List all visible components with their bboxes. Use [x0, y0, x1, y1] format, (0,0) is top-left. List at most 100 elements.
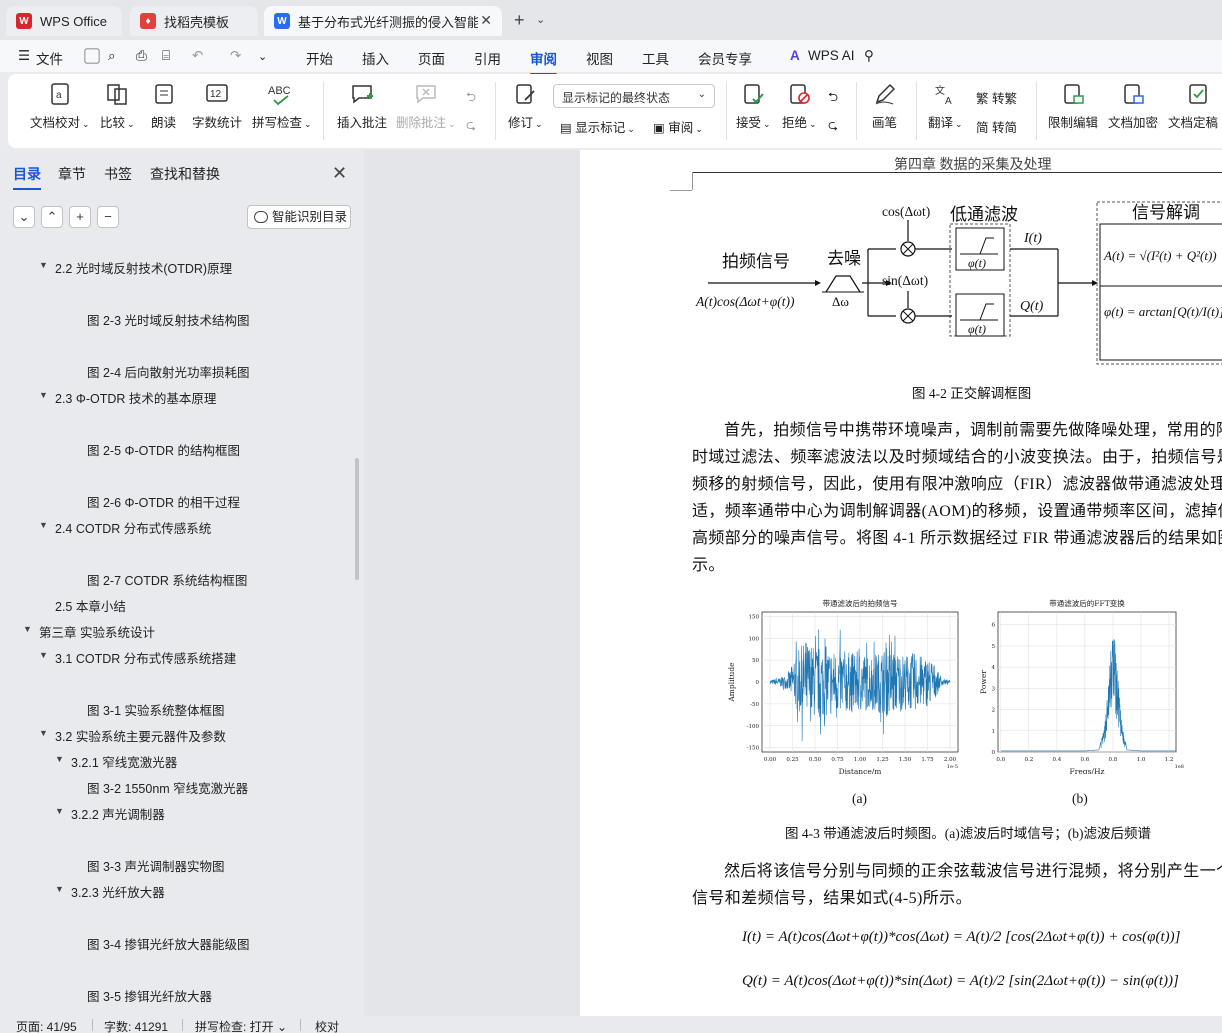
finalize-button[interactable]: 文档定稿⌄ — [1168, 82, 1222, 131]
menu-tools[interactable]: 工具 — [642, 48, 669, 68]
print-icon[interactable]: ⎙ — [136, 48, 147, 64]
spell-check-button[interactable]: ABC 拼写检查 ⌄ — [252, 82, 312, 131]
word-count-indicator[interactable]: 字数: 41291 — [104, 1018, 168, 1033]
insert-comment-button[interactable]: 插入批注 — [337, 82, 387, 131]
expand-down-button[interactable]: ⌄ — [13, 206, 35, 228]
accept-icon — [744, 84, 765, 104]
toc-item[interactable]: ▼ 2.2 光时域反射技术(OTDR)原理 — [39, 258, 232, 277]
doc-check-button[interactable]: a 文档校对 ⌄ — [30, 82, 90, 131]
tab-document[interactable]: W 基于分布式光纤测振的侵入智能 ✕ — [264, 6, 502, 36]
toc-item[interactable]: ▼ 3.2 实验系统主要元器件及参数 — [39, 726, 226, 745]
menu-file[interactable]: 文件 — [36, 48, 63, 68]
export-icon[interactable]: ⌕ — [108, 48, 116, 64]
to-traditional-button[interactable]: 繁 转繁 — [976, 88, 1017, 107]
compare-button[interactable]: 比较 ⌄ — [100, 82, 135, 131]
next-change-icon[interactable]: ⮎ — [828, 116, 838, 137]
demod-block — [1099, 223, 1222, 361]
toc-item[interactable]: 图 2-5 Φ-OTDR 的结构框图 — [87, 440, 240, 459]
tab-chapters[interactable]: 章节 — [58, 164, 86, 184]
toc-item[interactable]: 图 2-7 COTDR 系统结构框图 — [87, 570, 247, 589]
toc-label: 图 3-1 实验系统整体框图 — [87, 704, 225, 718]
tab-toc[interactable]: 目录 — [13, 164, 41, 190]
collapse-up-button[interactable]: ⌃ — [41, 206, 63, 228]
x-tick-label: 0.4 — [1052, 757, 1061, 763]
menu-review[interactable]: 审阅 — [530, 48, 557, 75]
previous-change-icon[interactable]: ⮌ — [828, 88, 838, 109]
menu-start[interactable]: 开始 — [306, 48, 333, 68]
smart-toc-button[interactable]: 智能识别目录 — [247, 205, 351, 229]
translate-button[interactable]: 文A 翻译 ⌄ — [928, 82, 963, 131]
close-icon[interactable]: ✕ — [480, 12, 492, 29]
document-page[interactable]: 第四章 数据的采集及处理 拍频信号 A(t)cos(Δωt+φ(t)) 去噪 Δ… — [580, 150, 1222, 1016]
tab-bookmarks[interactable]: 书签 — [104, 164, 132, 184]
menu-reference[interactable]: 引用 — [474, 48, 501, 68]
page-indicator[interactable]: 页面: 41/95 — [16, 1018, 77, 1033]
review-pane-button[interactable]: ▣ 审阅 ⌄ — [653, 117, 703, 136]
toc-item[interactable]: ▼ 3.2.2 声光调制器 — [55, 804, 165, 823]
accept-button[interactable]: 接受 ⌄ — [736, 82, 771, 131]
toc-item[interactable]: ▼ 3.2.3 光纤放大器 — [55, 882, 165, 901]
wps-ai-icon[interactable]: A — [790, 48, 800, 63]
toc-item[interactable]: ▼ 3.2.1 窄线宽激光器 — [55, 752, 177, 771]
y-tick-label: 0 — [992, 750, 996, 756]
redo-icon[interactable]: ↷ — [230, 48, 241, 64]
chart-frequency-domain: 带通滤波后的FFT变换 Freqs/Hz Power 0.0 0.2 0.4 0.6 0.8 1… — [979, 598, 1184, 774]
save-icon[interactable] — [84, 48, 100, 64]
remove-heading-button[interactable]: − — [97, 206, 119, 228]
print-preview-icon[interactable]: ⌸ — [162, 48, 170, 64]
next-comment-icon[interactable]: ⮎ — [466, 116, 476, 137]
add-heading-button[interactable]: + — [69, 206, 91, 228]
toc-item[interactable]: 图 3-4 掺铒光纤放大器能级图 — [87, 934, 250, 953]
equation-Q: Q(t) = A(t)cos(Δωt+φ(t))*sin(Δωt) = A(t)… — [742, 973, 1179, 989]
restrict-edit-button[interactable]: 限制编辑 — [1048, 82, 1098, 131]
y-tick-label: -100 — [747, 724, 760, 730]
word-count-button[interactable]: 12 字数统计 — [192, 82, 242, 131]
delete-comment-button[interactable]: 删除批注 ⌄ — [396, 82, 456, 131]
menu-page[interactable]: 页面 — [418, 48, 445, 68]
search-icon[interactable]: ⚲ — [864, 48, 874, 64]
reject-button[interactable]: 拒绝 ⌄ — [782, 82, 817, 131]
tab-find-replace[interactable]: 查找和替换 — [150, 164, 220, 184]
pen-button[interactable]: 画笔 — [872, 82, 897, 131]
menu-insert[interactable]: 插入 — [362, 48, 389, 68]
encrypt-button[interactable]: 文档加密 — [1108, 82, 1158, 131]
toc-label: 图 2-3 光时域反射技术结构图 — [87, 314, 250, 328]
paragraph-line: 频移的射频信号，因此，使用有限冲激响应（FIR）滤波器做带通滤波处理比较合 — [692, 476, 1222, 493]
revise-button[interactable]: 修订 ⌄ — [508, 82, 543, 131]
close-icon[interactable]: ✕ — [332, 163, 347, 184]
undo-icon[interactable]: ↶ — [192, 48, 203, 64]
to-simplified-button[interactable]: 简 转简 — [976, 117, 1017, 136]
toc-item[interactable]: ▼ 2.4 COTDR 分布式传感系统 — [39, 518, 211, 537]
proofread-indicator[interactable]: 校对 — [315, 1018, 339, 1033]
toc-item[interactable]: 图 3-2 1550nm 窄线宽激光器 — [87, 778, 248, 797]
panel-scrollbar[interactable] — [355, 458, 359, 580]
toc-item[interactable]: 图 2-4 后向散射光功率损耗图 — [87, 362, 250, 381]
read-aloud-button[interactable]: 朗读 — [151, 82, 176, 131]
tab-wps-office[interactable]: W WPS Office — [6, 6, 122, 36]
menu-member[interactable]: 会员专享 — [698, 48, 752, 68]
new-tab-icon[interactable]: + — [514, 10, 525, 31]
chevron-down-icon[interactable]: ⌄ — [536, 13, 545, 26]
hamburger-icon[interactable]: ☰ — [18, 48, 30, 64]
x-tick-label: 1.75 — [921, 757, 934, 763]
spell-check-indicator[interactable]: 拼写检查: 打开 ⌄ — [195, 1018, 287, 1033]
paragraph-line: 高频部分的噪声信号。将图 4-1 所示数据经过 FIR 带通滤波器后的结果如图 … — [692, 530, 1222, 547]
tab-template[interactable]: ♦ 找稻壳模板 — [130, 6, 258, 36]
menu-view[interactable]: 视图 — [586, 48, 613, 68]
menu-wps-ai[interactable]: WPS AI — [808, 48, 855, 63]
toc-item[interactable]: 图 2-3 光时域反射技术结构图 — [87, 310, 250, 329]
previous-comment-icon[interactable]: ⮌ — [466, 88, 476, 109]
y-tick-label: 6 — [992, 623, 996, 629]
toc-item[interactable]: 图 3-1 实验系统整体框图 — [87, 700, 225, 719]
quick-access-more-icon[interactable]: ⌄ — [258, 50, 267, 63]
toc-item[interactable]: ▼ 第三章 实验系统设计 — [23, 622, 155, 641]
track-display-select[interactable]: 显示标记的最终状态 ⌄ — [553, 84, 715, 108]
expanded-triangle-icon: ▼ — [23, 624, 32, 634]
toc-item[interactable]: 图 3-5 掺铒光纤放大器 — [87, 986, 212, 1005]
toc-item[interactable]: ▼ 2.3 Φ-OTDR 技术的基本原理 — [39, 388, 216, 407]
toc-item[interactable]: 图 3-3 声光调制器实物图 — [87, 856, 225, 875]
toc-item[interactable]: 图 2-6 Φ-OTDR 的相干过程 — [87, 492, 240, 511]
toc-item[interactable]: 2.5 本章小结 — [55, 596, 126, 615]
show-markup-button[interactable]: ▤ 显示标记 ⌄ — [560, 117, 635, 136]
toc-item[interactable]: ▼ 3.1 COTDR 分布式传感系统搭建 — [39, 648, 236, 667]
